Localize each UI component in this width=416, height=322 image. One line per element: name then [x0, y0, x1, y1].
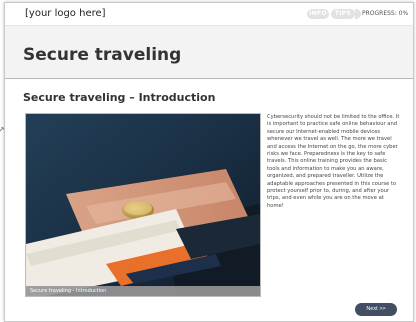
- top-bar: [your logo here] INFO TIPS PROGRESS: 0%: [5, 3, 413, 25]
- tips-button[interactable]: TIPS: [331, 9, 355, 19]
- intro-body-text: Cybersecurity should not be limited to t…: [267, 114, 400, 209]
- logo-placeholder: [your logo here]: [25, 8, 106, 19]
- progress-track: [355, 9, 361, 19]
- title-bar: Secure traveling: [5, 25, 413, 79]
- travel-photo: Secure traveling - Introduction: [25, 113, 261, 297]
- next-button[interactable]: Next >>: [355, 303, 397, 316]
- mouse-pointer-icon: ↗: [0, 125, 5, 134]
- travel-photo-illustration: [26, 114, 260, 296]
- page-title: Secure traveling: [23, 45, 182, 65]
- course-window: [your logo here] INFO TIPS PROGRESS: 0% …: [4, 2, 414, 322]
- section-title: Secure traveling – Introduction: [23, 91, 216, 104]
- progress-label: PROGRESS: 0%: [362, 10, 409, 17]
- photo-caption: Secure traveling - Introduction: [26, 286, 260, 296]
- info-button[interactable]: INFO: [307, 9, 329, 19]
